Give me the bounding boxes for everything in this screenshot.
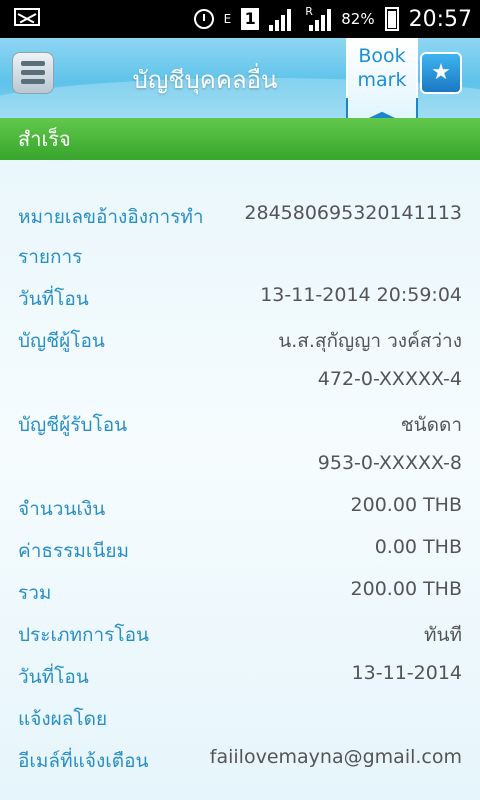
roaming-indicator: R — [305, 5, 313, 18]
amount-label: จำนวนเงิน — [18, 498, 106, 520]
battery-percent: 82% — [341, 10, 375, 28]
detail-row-from-account: 472-0-XXXXX-4 — [18, 368, 462, 398]
fee-value: 0.00 THB — [374, 536, 462, 558]
detail-row-to-account: 953-0-XXXXX-8 — [18, 452, 462, 482]
battery-icon — [384, 7, 399, 31]
detail-row-type: ประเภทการโอน ทันที — [18, 620, 462, 650]
from-account-number: 472-0-XXXXX-4 — [317, 368, 462, 390]
star-icon: ★ — [431, 60, 451, 85]
alarm-icon — [193, 9, 214, 29]
email-label: อีเมล์ที่แจ้งเตือน — [18, 750, 149, 772]
detail-row-reference: หมายเลขอ้างอิงการทำ 284580695320141113 — [18, 202, 462, 232]
network-type-indicator: E — [223, 12, 232, 26]
status-bar: E 1 R 82% 20:57 — [0, 0, 480, 38]
reference-value: 284580695320141113 — [244, 202, 462, 224]
favorite-star-button[interactable]: ★ — [420, 52, 462, 94]
email-value: faiilovemayna@gmail.com — [209, 746, 462, 768]
transaction-details: หมายเลขอ้างอิงการทำ 284580695320141113 ร… — [0, 160, 480, 800]
total-label: รวม — [18, 582, 52, 604]
detail-row-reference-cont: รายการ — [18, 242, 462, 272]
fee-label: ค่าธรรมเนียม — [18, 540, 130, 562]
date-value: 13-11-2014 20:59:04 — [260, 284, 462, 306]
sim-indicator: 1 — [241, 8, 260, 30]
transfer-date-value: 13-11-2014 — [351, 662, 462, 684]
reference-label-line1: หมายเลขอ้างอิงการทำ — [18, 206, 204, 228]
from-account-name: น.ส.สุกัญญา วงค์สว่าง — [278, 330, 462, 352]
transfer-type-label: ประเภทการโอน — [18, 624, 149, 646]
detail-row-notify: แจ้งผลโดย — [18, 704, 462, 734]
detail-row-to: บัญชีผู้รับโอน ชนัดดา — [18, 410, 462, 440]
transfer-type-value: ทันที — [423, 624, 462, 646]
from-account-label: บัญชีผู้โอน — [18, 330, 105, 352]
bookmark-label-line1: Book — [358, 45, 406, 67]
detail-row-transfer-date: วันที่โอน 13-11-2014 — [18, 662, 462, 692]
transfer-date-label: วันที่โอน — [18, 666, 89, 688]
reference-label-line2: รายการ — [18, 246, 83, 268]
detail-row-amount: จำนวนเงิน 200.00 THB — [18, 494, 462, 524]
clock: 20:57 — [408, 6, 472, 32]
detail-row-email: อีเมล์ที่แจ้งเตือน faiilovemayna@gmail.c… — [18, 746, 462, 776]
roaming-signal-icon: R — [305, 5, 332, 31]
to-account-number: 953-0-XXXXX-8 — [317, 452, 462, 474]
to-account-name: ชนัดดา — [400, 414, 462, 436]
status-banner: สำเร็จ — [0, 118, 480, 160]
signal-strength-icon — [269, 7, 295, 31]
date-label: วันที่โอน — [18, 288, 89, 310]
detail-row-date: วันที่โอน 13-11-2014 20:59:04 — [18, 284, 462, 314]
to-account-label: บัญชีผู้รับโอน — [18, 414, 128, 436]
detail-row-from: บัญชีผู้โอน น.ส.สุกัญญา วงค์สว่าง — [18, 326, 462, 356]
detail-row-fee: ค่าธรรมเนียม 0.00 THB — [18, 536, 462, 566]
detail-row-total: รวม 200.00 THB — [18, 578, 462, 608]
bookmark-label-line2: mark — [357, 69, 407, 91]
total-value: 200.00 THB — [350, 578, 462, 600]
notify-label: แจ้งผลโดย — [18, 708, 108, 730]
email-notification-icon — [14, 8, 40, 26]
amount-value: 200.00 THB — [350, 494, 462, 516]
